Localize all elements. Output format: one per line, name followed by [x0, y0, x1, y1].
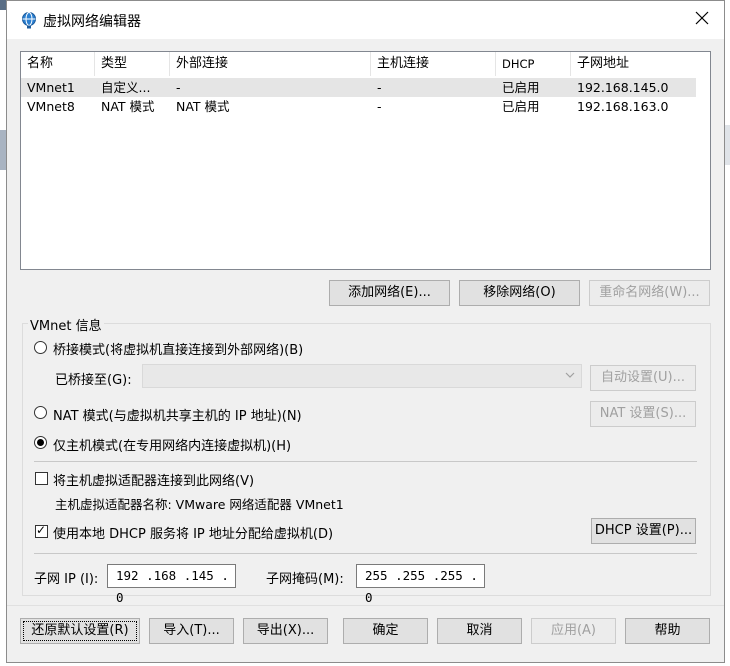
virtual-network-editor-dialog: 虚拟网络编辑器 名称 类型 外部连接 主机连接 DHCP 子网地址 VMnet1… [6, 0, 725, 663]
rename-network-button[interactable]: 重命名网络(W)... [589, 280, 710, 306]
cell-host: - [377, 99, 382, 114]
cell-dhcp: 已启用 [502, 99, 540, 114]
cancel-button[interactable]: 取消 [437, 618, 522, 644]
ok-button[interactable]: 确定 [343, 618, 428, 644]
nat-mode-label[interactable]: NAT 模式(与虚拟机共享主机的 IP 地址)(N) [53, 405, 302, 424]
cell-subnet: 192.168.163.0 [577, 99, 669, 114]
connect-host-adapter-checkbox[interactable] [35, 472, 48, 485]
bridged-mode-label[interactable]: 桥接模式(将虚拟机直接连接到外部网络)(B) [53, 339, 303, 358]
use-dhcp-checkbox[interactable]: ✓ [35, 523, 48, 538]
bridged-mode-radio[interactable] [34, 341, 47, 354]
network-list-header: 名称 类型 外部连接 主机连接 DHCP 子网地址 [21, 52, 710, 76]
restore-defaults-button[interactable]: 还原默认设置(R) [20, 618, 140, 644]
cell-external: NAT 模式 [176, 99, 230, 114]
column-header-dhcp[interactable]: DHCP [496, 52, 571, 76]
divider [34, 461, 697, 462]
host-only-mode-radio[interactable] [34, 436, 47, 449]
column-header-name[interactable]: 名称 [21, 52, 95, 76]
column-header-subnet[interactable]: 子网地址 [571, 52, 710, 76]
table-row[interactable]: VMnet8 NAT 模式 NAT 模式 - 已启用 192.168.163.0 [21, 97, 696, 116]
bridged-to-label: 已桥接至(G): [55, 373, 132, 388]
subnet-mask-input[interactable]: 255 .255 .255 . 0 [356, 564, 485, 605]
title-bar: 虚拟网络编辑器 [7, 1, 724, 39]
column-header-external[interactable]: 外部连接 [170, 52, 371, 76]
vmnet-info-group-label: VMnet 信息 [28, 315, 104, 334]
help-button[interactable]: 帮助 [625, 618, 710, 644]
close-icon[interactable] [694, 10, 710, 26]
cell-type: 自定义... [101, 80, 151, 95]
vmware-network-globe-icon [22, 12, 36, 29]
column-header-host[interactable]: 主机连接 [371, 52, 496, 76]
checkmark-icon: ✓ [36, 523, 47, 537]
add-network-button[interactable]: 添加网络(E)... [329, 280, 450, 306]
footer-divider [7, 605, 724, 606]
import-button[interactable]: 导入(T)... [149, 618, 234, 644]
chevron-down-icon [565, 372, 575, 378]
cell-host: - [377, 80, 382, 95]
cell-type: NAT 模式 [101, 99, 155, 114]
bridged-to-select[interactable] [142, 364, 582, 388]
divider [34, 553, 697, 554]
host-adapter-name: 主机虚拟适配器名称: VMware 网络适配器 VMnet1 [55, 497, 344, 512]
subnet-ip-input[interactable]: 192 .168 .145 . 0 [107, 564, 236, 605]
cell-subnet: 192.168.145.0 [577, 80, 669, 95]
nat-settings-button[interactable]: NAT 设置(S)... [590, 401, 696, 427]
subnet-mask-label: 子网掩码(M): [266, 572, 344, 587]
nat-mode-radio[interactable] [34, 406, 47, 419]
cell-name: VMnet1 [27, 80, 75, 95]
window-title: 虚拟网络编辑器 [43, 14, 141, 30]
cell-external: - [176, 80, 181, 95]
column-header-type[interactable]: 类型 [95, 52, 170, 76]
use-dhcp-label[interactable]: 使用本地 DHCP 服务将 IP 地址分配给虚拟机(D) [53, 523, 333, 542]
subnet-ip-label: 子网 IP (I): [34, 572, 99, 587]
host-only-mode-label[interactable]: 仅主机模式(在专用网络内连接虚拟机)(H) [53, 435, 291, 454]
table-row[interactable]: VMnet1 自定义... - - 已启用 192.168.145.0 [21, 78, 696, 97]
dhcp-settings-button[interactable]: DHCP 设置(P)... [591, 518, 696, 544]
cell-name: VMnet8 [27, 99, 75, 114]
export-button[interactable]: 导出(X)... [243, 618, 328, 644]
auto-settings-button[interactable]: 自动设置(U)... [590, 365, 696, 391]
apply-button[interactable]: 应用(A) [531, 618, 616, 644]
connect-host-adapter-label[interactable]: 将主机虚拟适配器连接到此网络(V) [53, 470, 254, 489]
cell-dhcp: 已启用 [502, 80, 540, 95]
network-list[interactable]: 名称 类型 外部连接 主机连接 DHCP 子网地址 VMnet1 自定义... … [20, 51, 711, 270]
remove-network-button[interactable]: 移除网络(O) [459, 280, 580, 306]
